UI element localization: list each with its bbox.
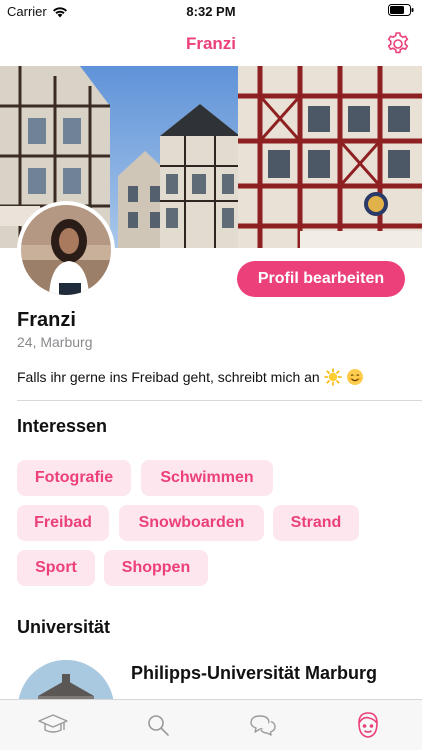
battery-icon [388, 4, 414, 16]
graduation-cap-icon [37, 714, 68, 733]
interest-tag[interactable]: Schwimmen [141, 460, 273, 496]
search-icon [147, 715, 169, 736]
status-time: 8:32 PM [186, 4, 236, 19]
university-name[interactable]: Philipps-Universität Marburg [131, 663, 377, 684]
status-right [388, 4, 414, 19]
tab-chats[interactable] [210, 700, 315, 750]
tab-profile[interactable] [315, 700, 420, 750]
tab-search[interactable] [105, 700, 210, 750]
smiling-face-emoji [346, 369, 363, 385]
avatar[interactable] [17, 201, 115, 299]
nav-title: Franzi [185, 34, 237, 53]
profile-face-icon [357, 712, 378, 738]
settings-button[interactable] [384, 30, 412, 58]
status-bar: Carrier 8:32 PM [0, 0, 422, 22]
profile-name: Franzi [17, 309, 76, 331]
sun-emoji [323, 368, 342, 386]
divider [17, 400, 422, 401]
tab-universities[interactable] [0, 700, 105, 750]
chat-bubbles-icon [249, 715, 276, 736]
interest-tag[interactable]: Sport [17, 550, 95, 586]
edit-profile-button[interactable]: Profil bearbeiten [237, 261, 405, 297]
tab-bar [0, 699, 422, 750]
interest-tag[interactable]: Freibad [17, 505, 109, 541]
university-title: Universität [17, 617, 111, 637]
interests-title: Interessen [17, 416, 108, 436]
gear-icon [387, 32, 409, 54]
profile-age-location: 24, Marburg [17, 334, 93, 350]
interest-tag[interactable]: Fotografie [17, 460, 131, 496]
profile-bio-text: Falls ihr gerne ins Freibad geht, schrei… [17, 369, 320, 385]
nav-bar: Franzi [0, 22, 422, 66]
interest-tag[interactable]: Strand [273, 505, 359, 541]
profile-bio: Falls ihr gerne ins Freibad geht, schrei… [17, 368, 364, 386]
interest-tag[interactable]: Shoppen [104, 550, 208, 586]
avatar-photo [21, 205, 111, 295]
interest-tag[interactable]: Snowboarden [119, 505, 264, 541]
